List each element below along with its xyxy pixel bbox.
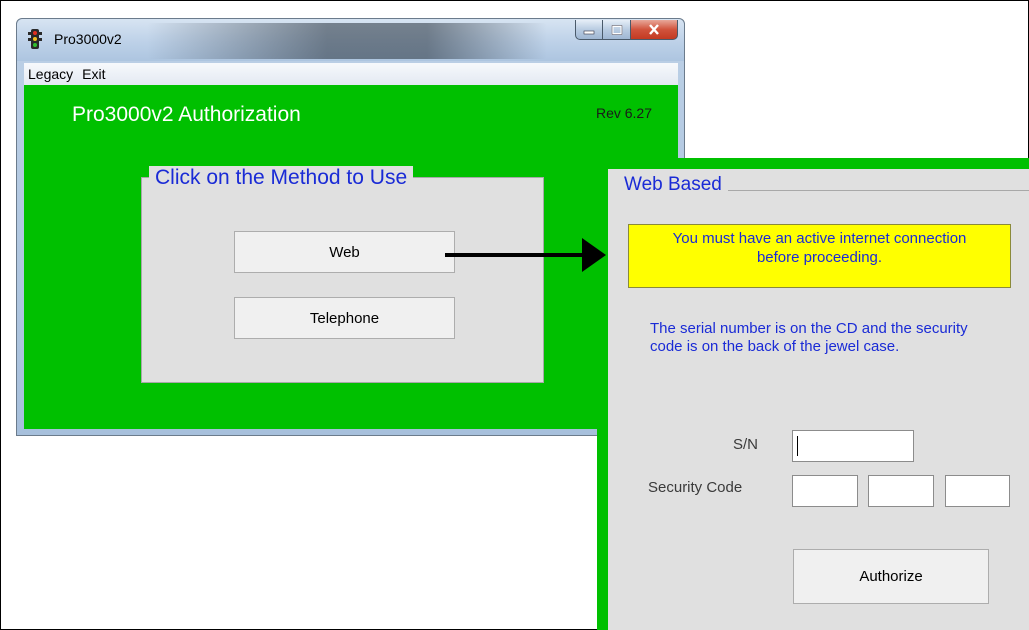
web-based-panel: Web Based You must have an active intern… bbox=[597, 158, 1029, 630]
menu-item-exit[interactable]: Exit bbox=[78, 66, 110, 82]
sn-input[interactable] bbox=[792, 430, 914, 462]
security-code-label: Security Code bbox=[648, 479, 743, 496]
main-window: Pro3000v2 Legacy Exit Pro3000v2 Authoriz… bbox=[16, 18, 685, 436]
text-caret bbox=[797, 436, 798, 456]
menu-item-legacy[interactable]: Legacy bbox=[24, 66, 78, 82]
telephone-button[interactable]: Telephone bbox=[234, 297, 455, 339]
sn-label: S/N bbox=[733, 436, 759, 453]
security-code-input-1[interactable] bbox=[792, 475, 858, 507]
security-code-input-2[interactable] bbox=[868, 475, 934, 507]
maximize-button[interactable] bbox=[603, 20, 631, 40]
authorize-button[interactable]: Authorize bbox=[793, 549, 989, 604]
minimize-icon bbox=[583, 30, 595, 34]
close-button[interactable] bbox=[631, 20, 678, 40]
title-bar[interactable]: Pro3000v2 bbox=[17, 19, 684, 61]
app-title: Pro3000v2 Authorization bbox=[72, 103, 301, 126]
revision-label: Rev 6.27 bbox=[595, 105, 652, 121]
title-bar-shade bbox=[147, 23, 547, 59]
serial-info-text: The serial number is on the CD and the s… bbox=[650, 320, 968, 355]
traffic-light-icon bbox=[28, 29, 42, 49]
method-group-legend: Click on the Method to Use bbox=[149, 166, 414, 190]
method-group: Click on the Method to Use Web Telephone bbox=[141, 166, 544, 383]
maximize-icon bbox=[611, 24, 622, 35]
window-title: Pro3000v2 bbox=[54, 31, 122, 47]
close-icon bbox=[649, 24, 659, 35]
web-based-group: Web Based You must have an active intern… bbox=[608, 169, 1029, 630]
internet-warning-box: You must have an active internet connect… bbox=[628, 224, 1011, 288]
web-button[interactable]: Web bbox=[234, 231, 455, 273]
window-controls bbox=[575, 20, 678, 40]
minimize-button[interactable] bbox=[575, 20, 603, 40]
menu-bar: Legacy Exit bbox=[24, 63, 678, 85]
security-code-input-3[interactable] bbox=[945, 475, 1010, 507]
web-based-legend: Web Based bbox=[624, 174, 728, 196]
client-area: Pro3000v2 Authorization Rev 6.27 Click o… bbox=[24, 85, 678, 429]
